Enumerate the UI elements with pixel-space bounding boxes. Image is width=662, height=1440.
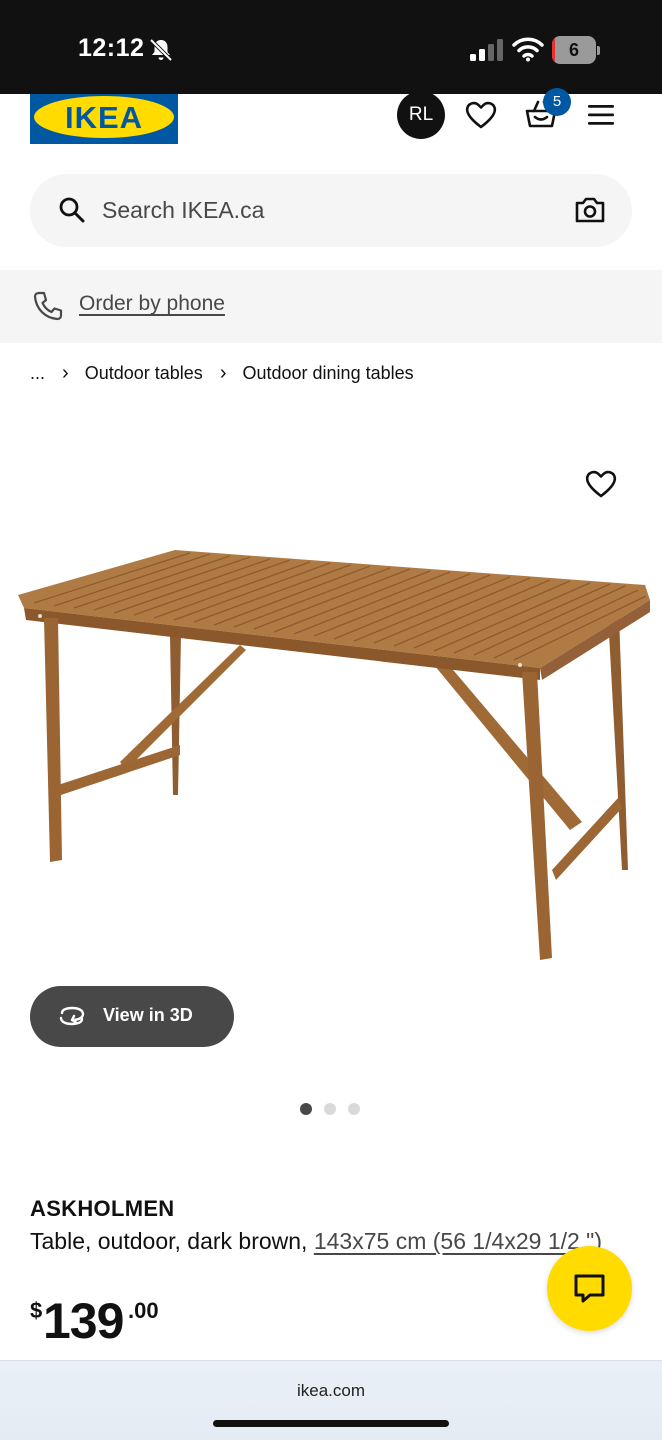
breadcrumb-item-outdoor-tables[interactable]: Outdoor tables — [85, 363, 203, 384]
browser-url[interactable]: ikea.com — [0, 1381, 662, 1401]
logo-text: IKEA — [65, 100, 143, 135]
account-avatar[interactable]: RL — [397, 91, 445, 139]
battery-level: 6 — [568, 40, 579, 60]
product-description: Table, outdoor, dark brown, 143x75 cm (5… — [30, 1226, 630, 1256]
phone-icon — [33, 291, 63, 321]
site-header: IKEA RL 5 — [0, 88, 662, 164]
home-indicator[interactable] — [213, 1420, 449, 1427]
hamburger-menu-icon[interactable] — [584, 98, 618, 132]
chat-button[interactable] — [547, 1246, 632, 1331]
browser-address-bar: ikea.com — [0, 1360, 662, 1440]
battery-icon: 6 — [552, 36, 600, 64]
breadcrumb-item-outdoor-dining-tables[interactable]: Outdoor dining tables — [243, 363, 414, 384]
cart-count-badge: 5 — [543, 88, 571, 116]
product-description-text: Table, outdoor, dark brown, — [30, 1228, 314, 1254]
view-in-3d-label: View in 3D — [103, 1005, 193, 1025]
carousel-dot[interactable] — [300, 1103, 312, 1115]
ikea-logo[interactable]: IKEA — [30, 94, 178, 144]
breadcrumb-separator: › — [219, 362, 227, 384]
breadcrumb-ellipsis[interactable]: ... — [30, 363, 45, 384]
order-by-phone-banner: Order by phone — [0, 270, 662, 343]
search-input[interactable] — [102, 174, 542, 247]
product-size-link[interactable]: 143x75 cm (56 1/4x29 1/2 ") — [314, 1228, 602, 1254]
breadcrumb: ... › Outdoor tables › Outdoor dining ta… — [30, 362, 414, 388]
chat-icon — [574, 1274, 605, 1303]
bell-off-icon — [149, 38, 173, 62]
price-decimal: .00 — [128, 1298, 159, 1323]
camera-icon[interactable] — [573, 194, 607, 226]
wifi-icon — [512, 37, 544, 62]
breadcrumb-separator: › — [62, 362, 69, 384]
price-integer: 139 — [43, 1293, 124, 1349]
search-bar[interactable] — [30, 174, 632, 247]
view-in-3d-button[interactable]: View in 3D — [30, 986, 234, 1047]
heart-icon[interactable] — [464, 98, 498, 132]
add-to-favorites-heart-icon[interactable] — [584, 467, 618, 501]
order-by-phone-link[interactable]: Order by phone — [79, 292, 225, 316]
carousel-dot[interactable] — [324, 1103, 336, 1115]
status-bar: 12:12 6 — [0, 0, 662, 94]
product-image-wooden-table[interactable] — [10, 540, 655, 965]
product-name: ASKHOLMEN — [30, 1196, 175, 1221]
rotate-3d-icon — [59, 1006, 85, 1026]
carousel-dot[interactable] — [348, 1103, 360, 1115]
price-currency: $ — [30, 1298, 43, 1323]
search-icon — [59, 197, 85, 223]
status-time: 12:12 — [78, 34, 145, 62]
signal-icon — [470, 39, 503, 61]
